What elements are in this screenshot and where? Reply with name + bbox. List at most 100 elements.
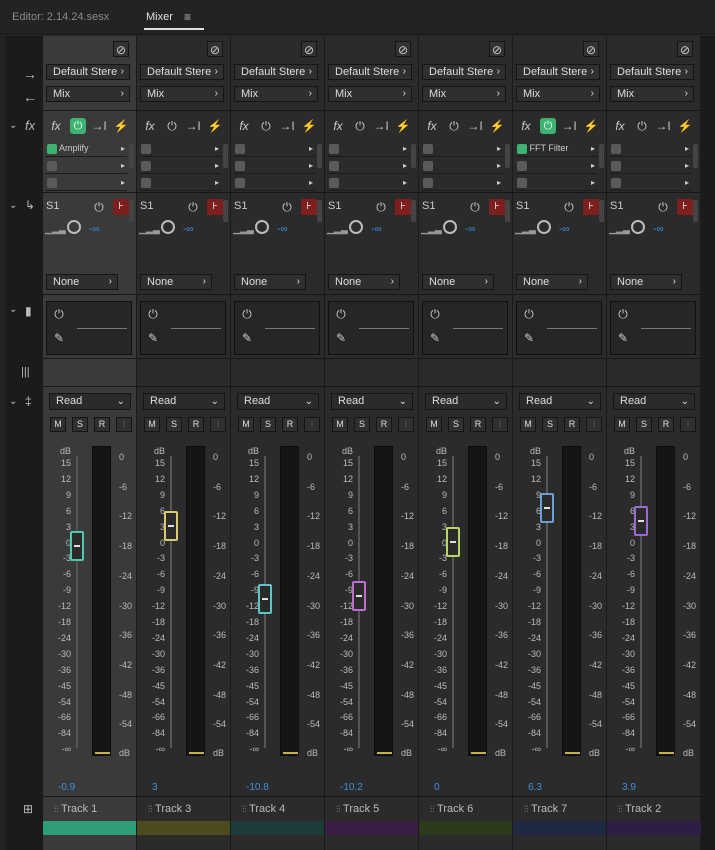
fx-slot[interactable]: ▸: [515, 177, 597, 191]
send-power-button[interactable]: ⏻: [373, 199, 389, 215]
send-scrollbar[interactable]: [599, 200, 604, 222]
fx-scrollbar[interactable]: [693, 144, 698, 168]
track-name[interactable]: ⫶⫶ Track 5: [336, 803, 379, 815]
record-arm-button[interactable]: R: [188, 417, 204, 432]
solo-button[interactable]: S: [354, 417, 370, 432]
fx-slot[interactable]: ▸: [139, 143, 221, 157]
track-name[interactable]: ⫶⫶ Track 3: [148, 803, 191, 815]
solo-button[interactable]: S: [448, 417, 464, 432]
fx-scrollbar[interactable]: [505, 144, 510, 168]
slot-power-icon[interactable]: [235, 177, 245, 188]
fx-slot[interactable]: ▸: [45, 160, 127, 174]
eq-edit-icon[interactable]: ✎: [427, 330, 443, 346]
volume-value[interactable]: 3: [152, 782, 158, 793]
record-arm-button[interactable]: R: [658, 417, 674, 432]
volume-fader[interactable]: [446, 526, 460, 557]
automation-mode-select[interactable]: Read ⌄: [49, 393, 131, 410]
fx-slot[interactable]: ▸: [327, 143, 409, 157]
fx-scrollbar[interactable]: [129, 144, 134, 168]
send-scrollbar[interactable]: [505, 200, 510, 222]
fx-scrollbar[interactable]: [223, 144, 228, 168]
eq-panel[interactable]: ⏻ ✎: [610, 301, 696, 355]
fx-prefader-icon[interactable]: →ǀ: [279, 118, 295, 134]
volume-value[interactable]: -10.8: [246, 782, 269, 793]
send-scrollbar[interactable]: [317, 200, 322, 222]
input-monitor-button[interactable]: I: [116, 417, 132, 432]
send-volume-value[interactable]: -∞: [277, 224, 287, 235]
slot-power-icon[interactable]: [47, 143, 57, 154]
automation-mode-select[interactable]: Read ⌄: [237, 393, 319, 410]
send-volume-value[interactable]: -∞: [559, 224, 569, 235]
send-pan-knob[interactable]: [161, 220, 175, 234]
fx-scrollbar[interactable]: [411, 144, 416, 168]
fx-prefader-icon[interactable]: →ǀ: [91, 118, 107, 134]
fx-prefader-icon[interactable]: →ǀ: [655, 118, 671, 134]
eq-edit-icon[interactable]: ✎: [145, 330, 161, 346]
eq-power-button[interactable]: ⏻: [145, 306, 161, 322]
fx-slot[interactable]: FFT Filter ▸: [515, 143, 597, 157]
output-select[interactable]: Mix ›: [422, 86, 506, 102]
output-select[interactable]: Mix ›: [328, 86, 412, 102]
phase-invert-icon[interactable]: ⊘: [395, 41, 411, 57]
send-pan-knob[interactable]: [443, 220, 457, 234]
fx-slot[interactable]: ▸: [421, 160, 503, 174]
send-destination-select[interactable]: None ›: [234, 274, 306, 290]
fx-prefader-icon[interactable]: →ǀ: [185, 118, 201, 134]
fx-power-button[interactable]: ⏻: [352, 118, 368, 134]
send-scrollbar[interactable]: [223, 200, 228, 222]
eq-power-button[interactable]: ⏻: [51, 306, 67, 322]
volume-value[interactable]: -10.2: [340, 782, 363, 793]
fx-power-button[interactable]: ⏻: [164, 118, 180, 134]
eq-edit-icon[interactable]: ✎: [239, 330, 255, 346]
slot-power-icon[interactable]: [611, 160, 621, 171]
eq-panel[interactable]: ⏻ ✎: [422, 301, 508, 355]
fx-slot[interactable]: ▸: [515, 160, 597, 174]
volume-fader[interactable]: [258, 583, 272, 614]
fx-slot[interactable]: Amplify ▸: [45, 143, 127, 157]
fx-precompute-icon[interactable]: ⚡: [677, 118, 693, 134]
input-monitor-button[interactable]: I: [492, 417, 508, 432]
record-arm-button[interactable]: R: [470, 417, 486, 432]
send-pan-knob[interactable]: [67, 220, 81, 234]
slot-power-icon[interactable]: [517, 160, 527, 171]
fx-slot[interactable]: ▸: [139, 160, 221, 174]
send-pan-knob[interactable]: [537, 220, 551, 234]
mute-button[interactable]: M: [520, 417, 536, 432]
automation-mode-select[interactable]: Read ⌄: [143, 393, 225, 410]
send-volume-value[interactable]: -∞: [371, 224, 381, 235]
slot-power-icon[interactable]: [235, 143, 245, 154]
fx-slot[interactable]: ▸: [609, 160, 691, 174]
automation-mode-select[interactable]: Read ⌄: [425, 393, 507, 410]
fx-power-button[interactable]: ⏻: [258, 118, 274, 134]
tab-editor[interactable]: Editor: 2.14.24.sesx: [12, 11, 109, 23]
fx-slot[interactable]: ▸: [327, 160, 409, 174]
output-select[interactable]: Mix ›: [516, 86, 600, 102]
eq-power-button[interactable]: ⏻: [521, 306, 537, 322]
input-select[interactable]: Default Stere ›: [234, 64, 318, 80]
fx-slot[interactable]: ▸: [327, 177, 409, 191]
fx-scrollbar[interactable]: [599, 144, 604, 168]
track-name[interactable]: ⫶⫶ Track 4: [242, 803, 285, 815]
slot-power-icon[interactable]: [611, 177, 621, 188]
fx-prefader-icon[interactable]: →ǀ: [467, 118, 483, 134]
send-destination-select[interactable]: None ›: [516, 274, 588, 290]
slot-power-icon[interactable]: [141, 160, 151, 171]
slot-power-icon[interactable]: [47, 160, 57, 171]
output-select[interactable]: Mix ›: [140, 86, 224, 102]
input-monitor-button[interactable]: I: [304, 417, 320, 432]
slot-power-icon[interactable]: [423, 143, 433, 154]
fx-precompute-icon[interactable]: ⚡: [395, 118, 411, 134]
fx-scrollbar[interactable]: [317, 144, 322, 168]
fx-slot[interactable]: ▸: [609, 177, 691, 191]
eq-panel[interactable]: ⏻ ✎: [140, 301, 226, 355]
input-monitor-button[interactable]: I: [210, 417, 226, 432]
send-destination-select[interactable]: None ›: [422, 274, 494, 290]
eq-panel[interactable]: ⏻ ✎: [328, 301, 414, 355]
solo-button[interactable]: S: [166, 417, 182, 432]
eq-power-button[interactable]: ⏻: [615, 306, 631, 322]
eq-edit-icon[interactable]: ✎: [51, 330, 67, 346]
tab-mixer[interactable]: Mixer: [146, 11, 173, 23]
send-prefader-button[interactable]: ⊦: [113, 199, 129, 215]
record-arm-button[interactable]: R: [94, 417, 110, 432]
fx-prefader-icon[interactable]: →ǀ: [373, 118, 389, 134]
